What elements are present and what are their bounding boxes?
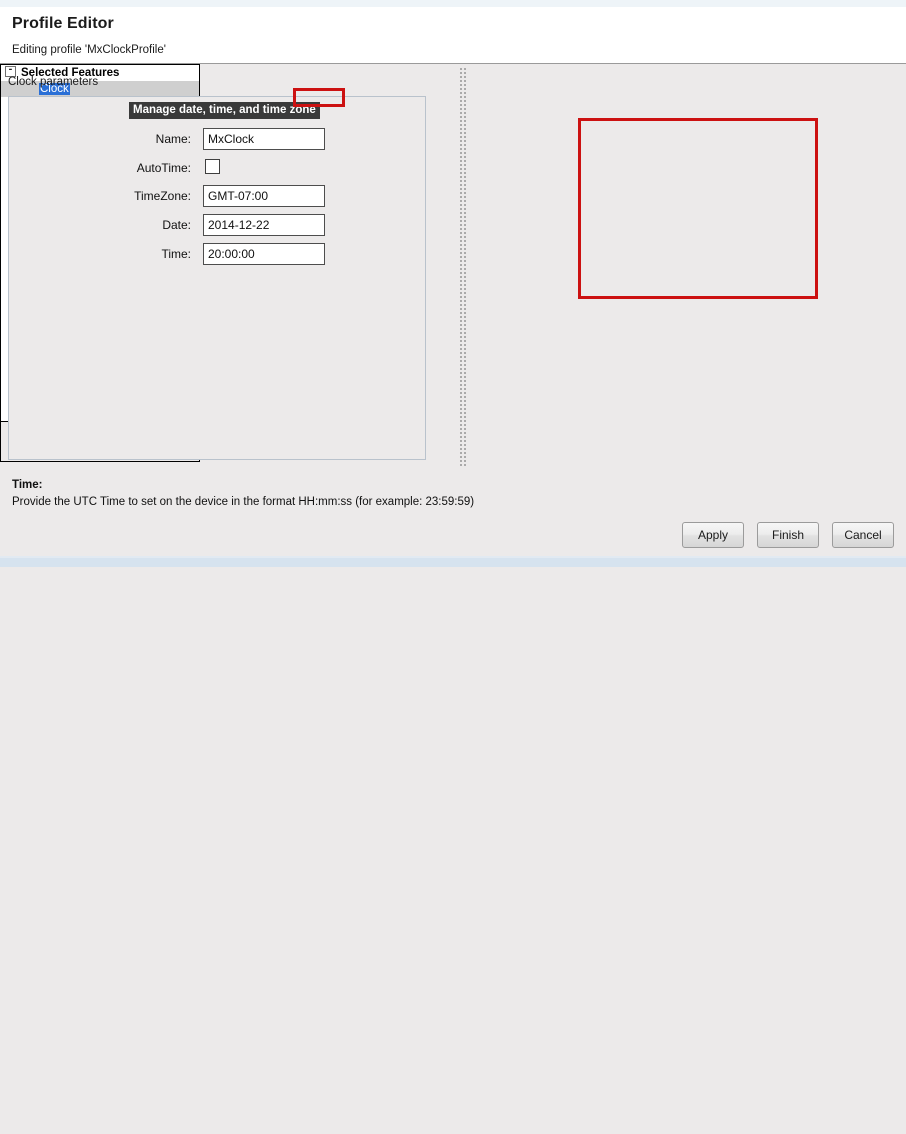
description-text: Provide the UTC Time to set on the devic…: [12, 496, 475, 508]
parameter-field-input[interactable]: GMT-07:00: [203, 185, 325, 207]
parameter-field-label: Name:: [155, 132, 191, 146]
parameter-field-input[interactable]: 2014-12-22: [203, 214, 325, 236]
body-area: -Available Features +Data Capture Access…: [0, 64, 906, 1134]
page-header: Profile Editor Editing profile 'MxClockP…: [0, 7, 906, 63]
description-title: Time:: [12, 479, 43, 491]
window-top-band: [0, 0, 906, 7]
parameter-field-row: Date: 2014-12-22: [9, 214, 427, 241]
parameter-field-row: AutoTime:: [9, 157, 427, 184]
clock-parameters-panel: Clock parameters Manage date, time, and …: [0, 76, 428, 1134]
parameters-groupbox: Manage date, time, and time zone Name: Mx…: [8, 96, 426, 460]
parameter-field-row: Name: MxClock: [9, 128, 427, 155]
parameter-field-label: TimeZone:: [134, 189, 191, 203]
parameter-field-checkbox[interactable]: [205, 159, 220, 174]
panel-splitter[interactable]: [459, 67, 467, 467]
parameter-field-label: Time:: [161, 247, 191, 261]
parameters-caption: Clock parameters: [8, 76, 99, 88]
parameter-field-input[interactable]: MxClock: [203, 128, 325, 150]
parameter-field-row: Time: 20:00:00: [9, 243, 427, 270]
window-bottom-band: [0, 558, 906, 567]
page-subtitle: Editing profile 'MxClockProfile': [12, 44, 166, 56]
parameters-group-title: Manage date, time, and time zone: [129, 102, 320, 119]
apply-button[interactable]: Apply: [682, 522, 744, 548]
finish-button[interactable]: Finish: [757, 522, 819, 548]
page-title: Profile Editor: [12, 15, 114, 32]
parameter-field-row: TimeZone: GMT-07:00: [9, 185, 427, 212]
parameter-field-label: AutoTime:: [136, 161, 191, 175]
parameter-field-label: Date:: [162, 218, 191, 232]
cancel-button[interactable]: Cancel: [832, 522, 894, 548]
parameter-field-input[interactable]: 20:00:00: [203, 243, 325, 265]
